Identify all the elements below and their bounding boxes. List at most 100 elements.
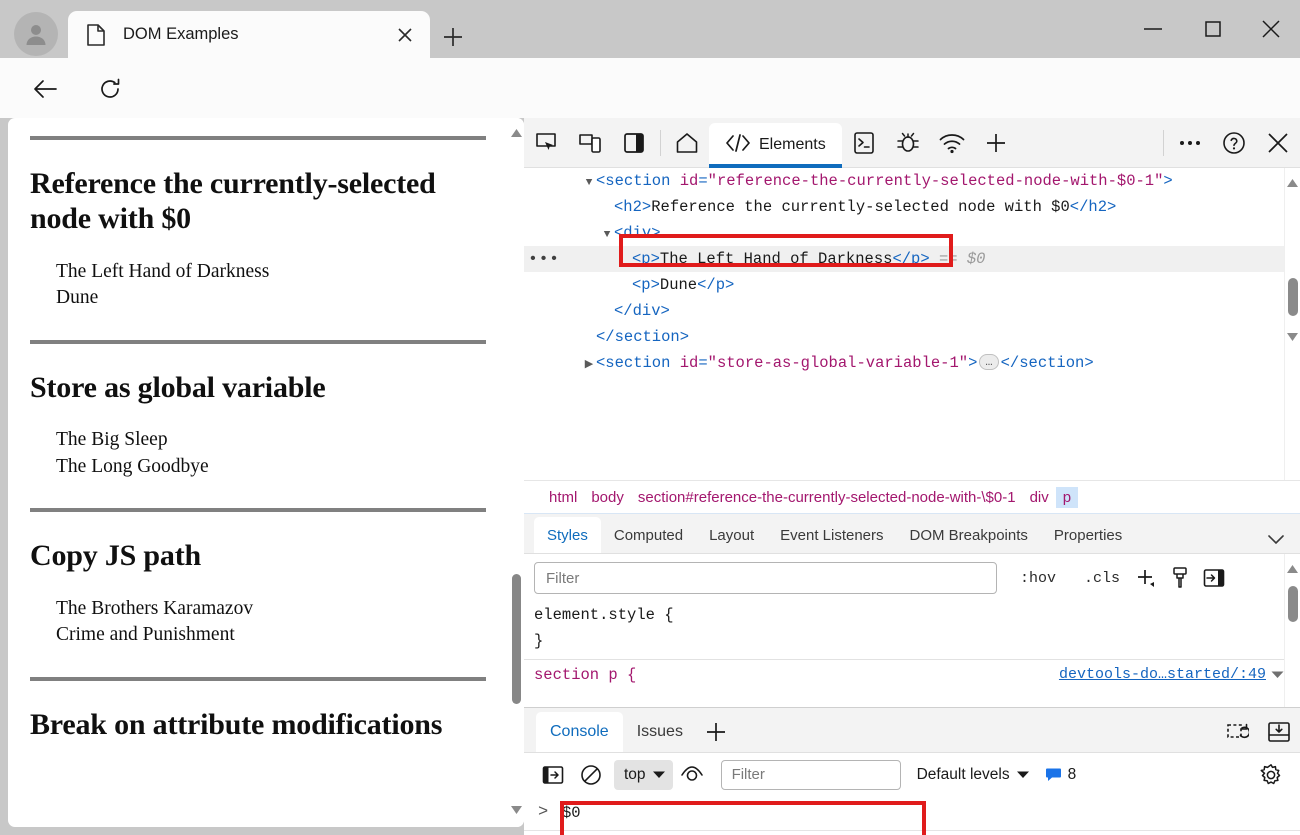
cls-button[interactable]: .cls (1075, 563, 1129, 593)
dom-token: <section (596, 354, 680, 372)
collapse-triangle-icon[interactable]: ▼ (600, 222, 614, 248)
dom-node[interactable]: <p>Dune</p> (524, 272, 1300, 298)
minimize-icon[interactable] (1130, 12, 1176, 46)
console-log[interactable]: >$0<<p>The Left Hand of Darkness</p>> (524, 796, 1300, 835)
restore-drawer-icon[interactable] (1216, 712, 1258, 752)
close-icon[interactable] (1248, 12, 1294, 46)
close-drawer-icon[interactable] (1258, 712, 1300, 752)
close-icon[interactable] (390, 20, 420, 50)
maximize-icon[interactable] (1190, 12, 1236, 46)
console-sidebar-icon[interactable] (534, 758, 572, 792)
tab-properties[interactable]: Properties (1041, 517, 1135, 553)
breadcrumb[interactable]: htmlbodysection#reference-the-currently-… (524, 480, 1300, 514)
devtools-toolbar: Elements (524, 118, 1300, 168)
tab-styles[interactable]: Styles (534, 517, 601, 553)
tab-computed[interactable]: Computed (601, 517, 696, 553)
dom-node[interactable]: <h2>Reference the currently-selected nod… (524, 194, 1300, 220)
page-scrollbar[interactable] (508, 118, 524, 827)
element-style-close: } (524, 628, 1300, 654)
back-arrow-icon[interactable] (27, 72, 63, 106)
console-terminal-icon[interactable] (842, 119, 886, 167)
new-tab-button[interactable] (436, 22, 470, 52)
bug-icon[interactable] (886, 119, 930, 167)
chevron-down-icon[interactable] (1271, 660, 1284, 690)
breadcrumb-item[interactable]: div (1023, 487, 1056, 508)
styles-scrollbar[interactable] (1284, 554, 1300, 707)
scroll-up-icon[interactable] (1285, 560, 1300, 578)
scrollbar-thumb[interactable] (1288, 278, 1298, 316)
hov-button[interactable]: :hov (1011, 563, 1065, 593)
divider (30, 136, 486, 140)
expand-triangle-icon[interactable]: ▶ (582, 352, 596, 378)
console-message-count[interactable]: 8 (1045, 766, 1077, 784)
console-input-row[interactable]: >$0 (524, 796, 1300, 830)
dom-token: </h2> (1070, 198, 1117, 216)
computed-sidebar-icon[interactable] (1197, 563, 1231, 593)
dom-node[interactable]: ▼<div> (524, 220, 1300, 246)
tab-issues[interactable]: Issues (623, 712, 697, 752)
close-icon[interactable] (1256, 119, 1300, 167)
node-more-icon[interactable]: ••• (532, 246, 556, 272)
add-panel-icon[interactable] (974, 119, 1018, 167)
clear-console-icon[interactable] (572, 758, 610, 792)
collapsed-content-icon[interactable]: … (979, 354, 998, 370)
tab-dom-breakpoints[interactable]: DOM Breakpoints (897, 517, 1041, 553)
dom-token: </section> (1001, 354, 1094, 372)
chevron-down-icon[interactable] (1268, 535, 1284, 545)
css-selector[interactable]: section p { (534, 666, 636, 684)
breadcrumb-item[interactable]: body (584, 487, 631, 508)
new-style-rule-icon[interactable] (1129, 563, 1163, 593)
network-wifi-icon[interactable] (930, 119, 974, 167)
console-output-row[interactable]: <<p>The Left Hand of Darkness</p> (524, 830, 1300, 835)
css-source-link[interactable]: devtools-do…started/:49 (1059, 660, 1266, 690)
scroll-down-icon[interactable] (508, 801, 524, 819)
console-filter-input[interactable]: Filter (721, 760, 901, 790)
reload-icon[interactable] (92, 72, 128, 106)
paintbrush-icon[interactable] (1163, 563, 1197, 593)
code-brackets-icon (725, 134, 751, 157)
dom-tree-scrollbar[interactable] (1284, 168, 1300, 480)
scrollbar-thumb[interactable] (1288, 586, 1298, 622)
styles-filter-row: Filter :hov .cls (524, 554, 1300, 602)
tab-layout[interactable]: Layout (696, 517, 767, 553)
scroll-down-icon[interactable] (1285, 328, 1300, 346)
css-rule[interactable]: section p { devtools-do…started/:49 (524, 659, 1300, 689)
collapse-triangle-icon[interactable]: ▼ (582, 170, 596, 196)
inspect-element-icon[interactable] (524, 119, 568, 167)
breadcrumb-item[interactable]: p (1056, 487, 1078, 508)
scrollbar-thumb[interactable] (512, 574, 521, 704)
help-circle-icon[interactable] (1212, 119, 1256, 167)
tab-event-listeners[interactable]: Event Listeners (767, 517, 896, 553)
style-filter-input[interactable]: Filter (534, 562, 997, 594)
tab-elements[interactable]: Elements (709, 123, 842, 167)
dom-node[interactable]: </section> (524, 324, 1300, 350)
divider (1163, 130, 1164, 156)
tab-console[interactable]: Console (536, 712, 623, 752)
dom-token: == $0 (930, 250, 986, 268)
breadcrumb-item[interactable]: section#reference-the-currently-selected… (631, 487, 1023, 508)
console-levels-selector[interactable]: Default levels (917, 766, 1029, 784)
message-badge-icon (1045, 767, 1062, 783)
console-context-selector[interactable]: top (614, 760, 673, 790)
home-icon[interactable] (665, 119, 709, 167)
dom-node-selected[interactable]: •••<p>The Left Hand of Darkness</p> == $… (524, 246, 1300, 272)
element-style-open[interactable]: element.style { (524, 602, 1300, 628)
scroll-up-icon[interactable] (508, 124, 524, 142)
browser-window: DOM Examples https://mi (0, 0, 1300, 835)
avatar[interactable] (14, 12, 58, 56)
dock-side-icon[interactable] (612, 119, 656, 167)
breadcrumb-item[interactable]: html (542, 487, 584, 508)
browser-tab[interactable]: DOM Examples (68, 11, 430, 58)
dom-node[interactable]: ▼<section id="reference-the-currently-se… (524, 168, 1300, 194)
dom-node[interactable]: ▶<section id="store-as-global-variable-1… (524, 350, 1300, 376)
more-horizontal-icon[interactable] (1168, 119, 1212, 167)
device-emulation-icon[interactable] (568, 119, 612, 167)
list-item: The Long Goodbye (56, 454, 486, 481)
dom-token: id (680, 172, 699, 190)
dom-node[interactable]: </div> (524, 298, 1300, 324)
gear-icon[interactable] (1252, 758, 1290, 792)
scroll-up-icon[interactable] (1285, 174, 1300, 192)
dom-tree[interactable]: ▼<section id="reference-the-currently-se… (524, 168, 1300, 480)
live-expression-icon[interactable] (673, 758, 711, 792)
add-drawer-tab-icon[interactable] (697, 712, 735, 752)
